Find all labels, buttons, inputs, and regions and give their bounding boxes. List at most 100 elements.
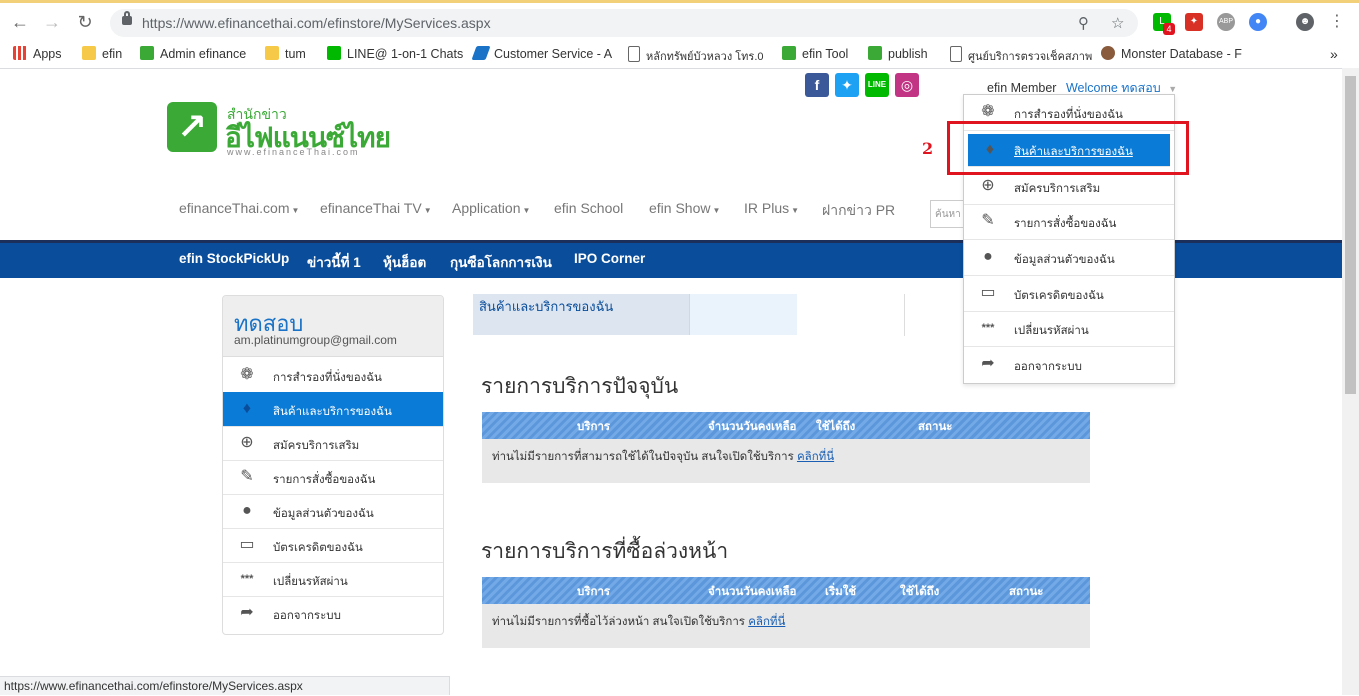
profile-avatar-icon[interactable]: ☻ — [1296, 13, 1314, 31]
nav-hot-stocks[interactable]: หุ้นฮ็อต — [383, 251, 426, 273]
bookmark-service-center[interactable]: ศูนย์บริการตรวจเช็คสภาพ — [950, 46, 1092, 65]
vertical-scrollbar[interactable] — [1342, 68, 1359, 695]
instagram-icon[interactable]: ◎ — [895, 73, 919, 97]
chevron-down-icon: ▼ — [423, 206, 432, 215]
bookmarks-bar: Apps efin Admin efinance tum LINE@ 1-on-… — [0, 40, 1359, 69]
bookmark-tum[interactable]: tum — [265, 46, 306, 61]
line-icon[interactable]: LINE — [865, 73, 889, 97]
sidebar-item-orders[interactable]: ✎ รายการสั่งซื้อของฉัน — [223, 460, 443, 495]
bookmark-star-icon[interactable]: ☆ — [1111, 14, 1124, 32]
nav-finance-guru[interactable]: กุนซือโลกการเงิน — [450, 251, 552, 273]
folder-icon — [82, 46, 96, 60]
efin-icon — [782, 46, 796, 60]
address-bar[interactable]: https://www.efinancethai.com/efinstore/M… — [110, 9, 1138, 37]
bookmark-publish[interactable]: publish — [868, 46, 928, 61]
globe-extension-icon[interactable]: ● — [1249, 13, 1267, 31]
nav-ipo-corner[interactable]: IPO Corner — [574, 251, 645, 266]
search-input[interactable]: ค้นหา — [930, 200, 964, 228]
click-here-link[interactable]: คลิกที่นี่ — [748, 616, 785, 628]
welcome-user-link[interactable]: Welcome ทดสอบ — [1066, 81, 1161, 95]
menu-item-profile[interactable]: ● ข้อมูลส่วนตัวของฉัน — [964, 240, 1174, 276]
nav-ir-plus[interactable]: IR Plus ▼ — [744, 200, 799, 216]
nav-top-news[interactable]: ข่าวนี้ที่ 1 — [307, 251, 361, 273]
sidebar-item-credit-card[interactable]: ▭ บัตรเครดิตของฉัน — [223, 528, 443, 563]
seat-icon: ❁ — [981, 103, 995, 120]
empty-message: ท่านไม่มีรายการที่สามารถใช้ได้ในปัจจุบัน… — [492, 451, 835, 463]
column-header: สถานะ — [1009, 586, 1044, 598]
table-header: บริการ จำนวนวันคงเหลือ เริ่มใช้ ใช้ได้ถึ… — [482, 577, 1090, 604]
credit-card-icon: ▭ — [980, 284, 996, 301]
order-list-icon: ✎ — [240, 468, 254, 485]
bookmarks-overflow-icon[interactable]: » — [1330, 46, 1338, 62]
adblock-extension-icon[interactable]: ABP — [1217, 13, 1235, 31]
password-icon: *** — [981, 322, 995, 334]
reload-icon[interactable]: ↻ — [75, 12, 95, 32]
status-bar-url: https://www.efinancethai.com/efinstore/M… — [0, 676, 450, 695]
column-header: บริการ — [577, 586, 611, 598]
column-header: บริการ — [577, 421, 611, 433]
add-tag-icon: ⊕ — [981, 177, 995, 194]
chevron-down-icon: ▼ — [1168, 84, 1178, 94]
forward-arrow-icon[interactable]: → — [42, 12, 62, 32]
logo-arrow-icon: ↗ — [167, 102, 217, 152]
nav-efinancethai[interactable]: efinanceThai.com ▼ — [179, 200, 299, 216]
chevron-down-icon: ▼ — [522, 206, 531, 215]
sidebar-item-add-services[interactable]: ⊕ สมัครบริการเสริม — [223, 426, 443, 461]
sidebar-item-change-password[interactable]: *** เปลี่ยนรหัสผ่าน — [223, 562, 443, 597]
lock-icon — [122, 11, 132, 25]
zoom-icon[interactable]: ⚲ — [1078, 14, 1089, 32]
nav-efin-show[interactable]: efin Show ▼ — [649, 200, 720, 216]
order-list-icon: ✎ — [981, 212, 995, 229]
sidebar-item-profile[interactable]: ● ข้อมูลส่วนตัวของฉัน — [223, 494, 443, 529]
menu-item-change-password[interactable]: *** เปลี่ยนรหัสผ่าน — [964, 311, 1174, 347]
page-icon — [950, 46, 962, 62]
nav-stockpickup[interactable]: efin StockPickUp — [179, 251, 289, 266]
sidebar-item-seat-booking[interactable]: ❁ การสำรองที่นั่งของฉัน — [223, 358, 443, 393]
column-header: จำนวนวันคงเหลือ — [708, 421, 797, 433]
red-extension-icon[interactable]: ✦ — [1185, 13, 1203, 31]
menu-item-orders[interactable]: ✎ รายการสั่งซื้อของฉัน — [964, 204, 1174, 240]
nav-application[interactable]: Application ▼ — [452, 200, 530, 216]
bookmark-bualuang[interactable]: หลักทรัพย์บัวหลวง โทร.0 — [628, 46, 764, 65]
scrollbar-thumb[interactable] — [1345, 76, 1356, 394]
nav-pr-news[interactable]: ฝากข่าว PR — [822, 200, 895, 222]
menu-kebab-icon[interactable]: ⋮ — [1327, 12, 1347, 32]
menu-item-credit-card[interactable]: ▭ บัตรเครดิตของฉัน — [964, 276, 1174, 312]
member-label: efin Member — [987, 81, 1057, 95]
address-url[interactable]: https://www.efinancethai.com/efinstore/M… — [142, 15, 491, 31]
bookmark-admin-efinance[interactable]: Admin efinance — [140, 46, 246, 61]
logout-icon: ➦ — [981, 355, 995, 372]
advance-services-title: รายการบริการที่ซื้อล่วงหน้า — [481, 540, 729, 563]
nav-efin-school[interactable]: efin School — [554, 200, 623, 216]
password-icon: *** — [240, 573, 254, 585]
logo-text-url: www.efinanceThai.com — [227, 147, 360, 157]
profile-email: am.platinumgroup@gmail.com — [234, 333, 397, 347]
click-here-link[interactable]: คลิกที่นี่ — [797, 451, 834, 463]
tab-my-services[interactable]: สินค้าและบริการของฉัน — [473, 294, 690, 335]
bookmark-apps[interactable]: Apps — [13, 46, 62, 61]
column-header: ใช้ได้ถึง — [816, 421, 856, 433]
sidebar-item-my-services[interactable]: ♦ สินค้าและบริการของฉัน — [223, 392, 443, 427]
twitter-icon[interactable]: ✦ — [835, 73, 859, 97]
annotation-step-number: 2 — [922, 139, 934, 158]
seat-icon: ❁ — [240, 366, 254, 383]
menu-item-logout[interactable]: ➦ ออกจากระบบ — [964, 347, 1174, 382]
facebook-icon[interactable]: f — [805, 73, 829, 97]
bookmark-line-chats[interactable]: LINE@ 1-on-1 Chats — [327, 46, 463, 61]
apps-grid-icon — [13, 46, 27, 60]
annotation-highlight-box — [947, 121, 1189, 175]
column-header: จำนวนวันคงเหลือ — [708, 586, 797, 598]
bookmark-monster-db[interactable]: Monster Database - F — [1101, 46, 1242, 61]
divider — [904, 294, 905, 336]
back-arrow-icon[interactable]: ← — [10, 12, 30, 32]
column-header: ใช้ได้ถึง — [900, 586, 940, 598]
browser-toolbar: ← → ↻ https://www.efinancethai.com/efins… — [0, 3, 1359, 40]
sidebar-item-logout[interactable]: ➦ ออกจากระบบ — [223, 596, 443, 630]
bookmark-customer-service[interactable]: Customer Service - A — [471, 46, 612, 61]
nav-efinancethai-tv[interactable]: efinanceThai TV ▼ — [320, 200, 432, 216]
tag-icon: ♦ — [242, 400, 252, 417]
extension-badge: 4 — [1163, 23, 1175, 35]
table-header: บริการ จำนวนวันคงเหลือ ใช้ได้ถึง สถานะ — [482, 412, 1090, 439]
bookmark-efin[interactable]: efin — [82, 46, 122, 61]
bookmark-efin-tool[interactable]: efin Tool — [782, 46, 848, 61]
